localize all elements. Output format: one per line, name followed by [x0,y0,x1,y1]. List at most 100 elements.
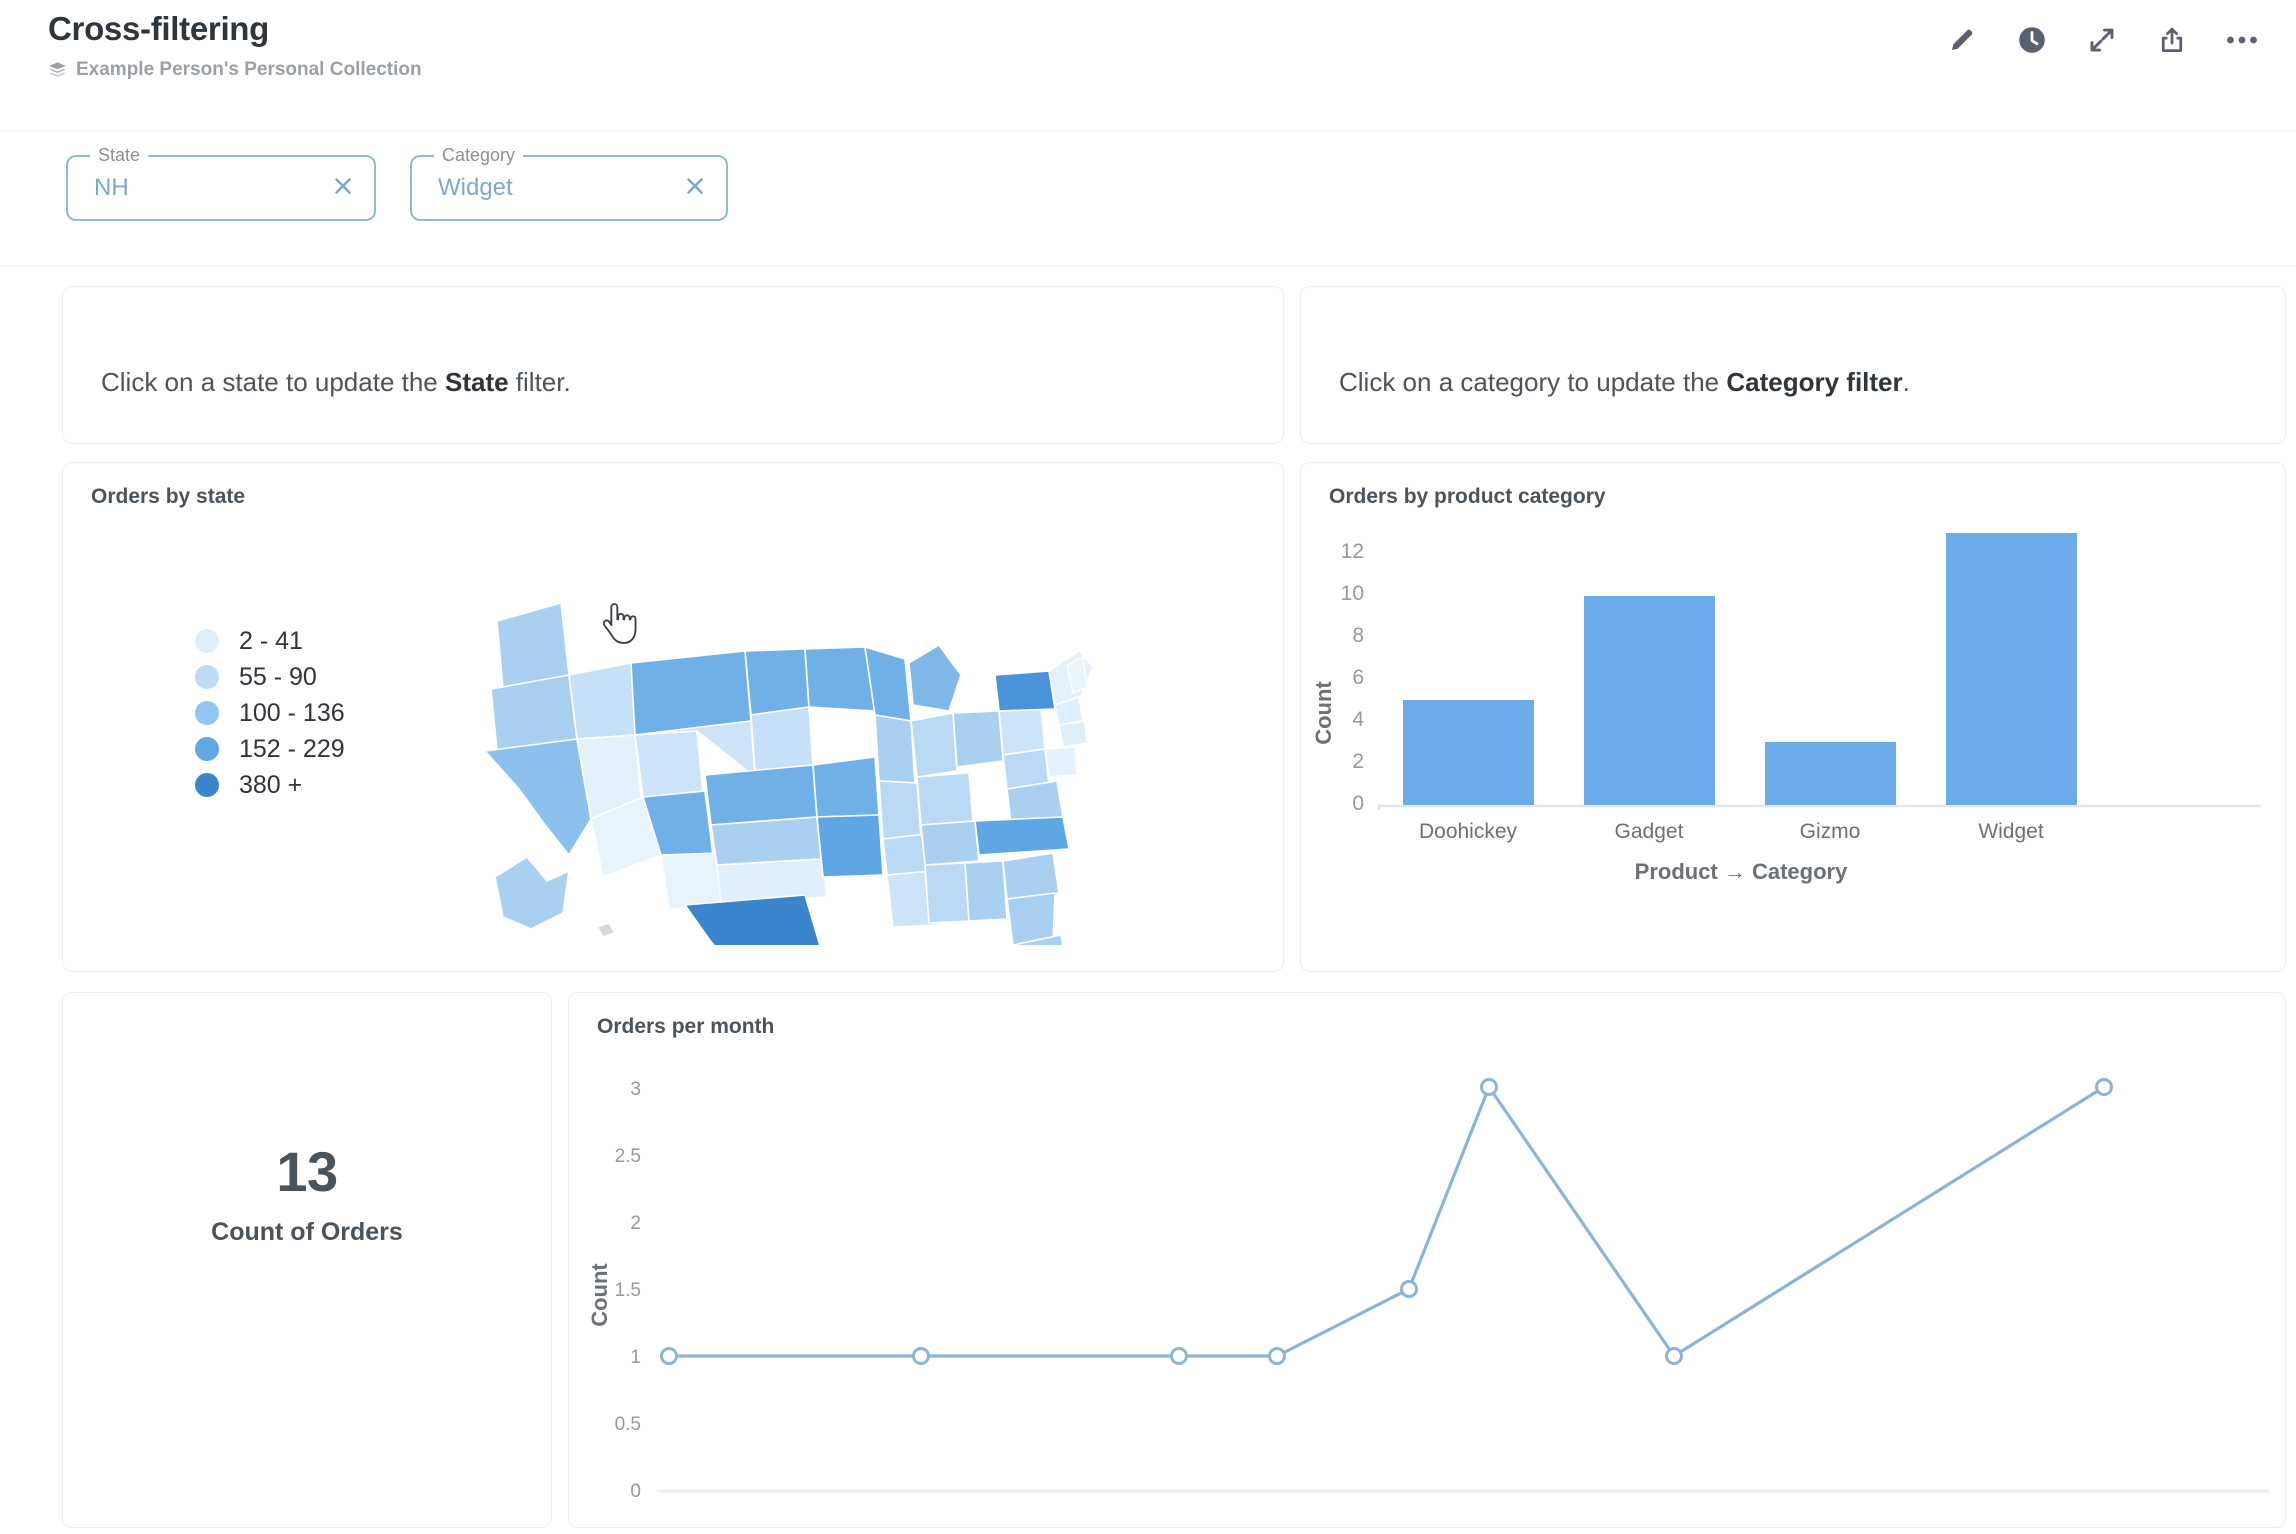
text-category-bold: Category filter [1726,367,1902,397]
line-chart-point[interactable] [1270,1349,1285,1364]
y-tick-label: 2 [630,1213,641,1234]
close-x-icon [684,175,706,202]
y-tick-label: 10 [1341,582,1364,605]
bar-chart-y-axis-label: Count [1311,681,1336,745]
legend-swatch [195,701,219,725]
legend-item[interactable]: 152 - 229 [195,735,345,763]
text-category-after: . [1903,367,1910,397]
y-tick-label: 2 [1352,750,1364,773]
legend-label: 55 - 90 [239,663,317,692]
bar-chart-card: Orders by product category 12 10 8 6 4 2… [1300,462,2286,972]
close-x-icon [332,175,354,202]
line-chart-point[interactable] [914,1349,929,1364]
bar-gizmo[interactable] [1765,742,1896,805]
state-region-ne [705,765,817,825]
state-region-sc [1003,853,1059,899]
y-tick-label: 0 [1352,792,1364,815]
mouse-cursor-pointer-icon [599,603,639,647]
text-state-before: Click on a state to update the [101,367,445,397]
state-filter-clear-button[interactable] [330,175,356,201]
legend-item[interactable]: 55 - 90 [195,663,345,691]
scalar-label: Count of Orders [211,1218,403,1247]
bar-chart-visualization[interactable]: 12 10 8 6 4 2 0 Count [1301,513,2287,973]
collection-stack-icon [48,61,67,80]
text-card-category: Click on a category to update the Catego… [1300,286,2286,444]
auto-refresh-button[interactable] [2014,22,2050,58]
legend-swatch [195,737,219,761]
state-filter-label: State [90,144,148,166]
bar-chart-svg[interactable]: 12 10 8 6 4 2 0 Count [1301,513,2287,973]
map-card-title: Orders by state [91,485,245,509]
state-region-mn [805,647,875,711]
line-chart-point[interactable] [2097,1080,2112,1095]
y-tick-label: 3 [630,1079,641,1100]
bar-chart-card-title: Orders by product category [1329,485,1606,509]
line-chart-card: Orders per month 3 2.5 2 1.5 1 0.5 0 Cou… [568,992,2286,1528]
ellipsis-icon [2226,34,2258,46]
collection-name: Example Person's Personal Collection [76,59,422,81]
share-upload-icon [2157,25,2187,55]
legend-item[interactable]: 2 - 41 [195,627,345,655]
y-tick-label: 4 [1352,708,1364,731]
bar-widget[interactable] [1946,533,2077,805]
legend-item[interactable]: 380 + [195,771,345,799]
sharing-button[interactable] [2154,22,2190,58]
state-region-ny [995,671,1055,711]
state-region-ms [925,863,969,923]
line-chart-point[interactable] [1402,1282,1417,1297]
state-region-wa [497,603,569,689]
x-tick-label: Gizmo [1800,820,1861,843]
fullscreen-button[interactable] [2084,22,2120,58]
state-region-mi [909,645,961,711]
state-region-hi [597,923,615,937]
state-region-nj-de-md [1045,747,1077,777]
state-region-ks [711,817,821,865]
scalar-value: 13 [276,1139,337,1204]
state-region-tn [921,821,979,865]
y-tick-label: 0.5 [615,1414,641,1435]
more-options-button[interactable] [2224,22,2260,58]
line-chart-point[interactable] [1667,1349,1682,1364]
scalar-content[interactable]: 13 Count of Orders [63,1139,551,1247]
text-state-bold: State [445,367,509,397]
bar-chart-x-axis-label: Product → Category [1635,859,1848,884]
edit-dashboard-button[interactable] [1944,22,1980,58]
bar-gadget[interactable] [1584,596,1715,805]
x-tick-label: Doohickey [1419,820,1518,843]
map-visualization[interactable]: 2 - 41 55 - 90 100 - 136 152 - 229 380 + [63,515,1285,965]
header-actions [1944,22,2260,58]
legend-swatch [195,773,219,797]
state-region-id [569,663,635,739]
y-tick-label: 6 [1352,666,1364,689]
bar-doohickey[interactable] [1403,700,1534,805]
line-chart-markers [662,1080,2112,1364]
text-card-category-body: Click on a category to update the Catego… [1339,365,1910,399]
category-filter-value: Widget [438,174,682,202]
bar-chart-y-axis: 12 10 8 6 4 2 0 [1341,540,1365,815]
legend-item[interactable]: 100 - 136 [195,699,345,727]
map-card: Orders by state 2 - 41 55 - 90 100 - 136 [62,462,1284,972]
line-chart-point[interactable] [1172,1349,1187,1364]
text-state-after: filter. [509,367,571,397]
line-chart-svg[interactable]: 3 2.5 2 1.5 1 0.5 0 Count [569,1035,2287,1529]
header-titles: Cross-filtering Example Person's Persona… [48,8,422,81]
state-region-in [911,713,957,777]
state-region-or [491,675,577,751]
y-tick-label: 8 [1352,624,1364,647]
category-filter-clear-button[interactable] [682,175,708,201]
y-tick-label: 1.5 [615,1280,641,1301]
legend-label: 2 - 41 [239,627,303,656]
legend-label: 380 + [239,771,302,800]
line-chart-point[interactable] [1482,1080,1497,1095]
breadcrumb[interactable]: Example Person's Personal Collection [48,59,422,81]
category-filter[interactable]: Category Widget [410,155,728,221]
dashboard-header: Cross-filtering Example Person's Persona… [0,0,2296,132]
state-region-ca [485,739,591,855]
state-filter[interactable]: State NH [66,155,376,221]
line-chart-point[interactable] [662,1349,677,1364]
state-region-oh [953,711,1003,767]
bar-chart-x-axis: Doohickey Gadget Gizmo Widget [1419,820,2044,843]
line-chart-visualization[interactable]: 3 2.5 2 1.5 1 0.5 0 Count [569,1035,2287,1529]
state-region-il [875,715,915,783]
us-choropleth-map[interactable] [483,525,1103,945]
